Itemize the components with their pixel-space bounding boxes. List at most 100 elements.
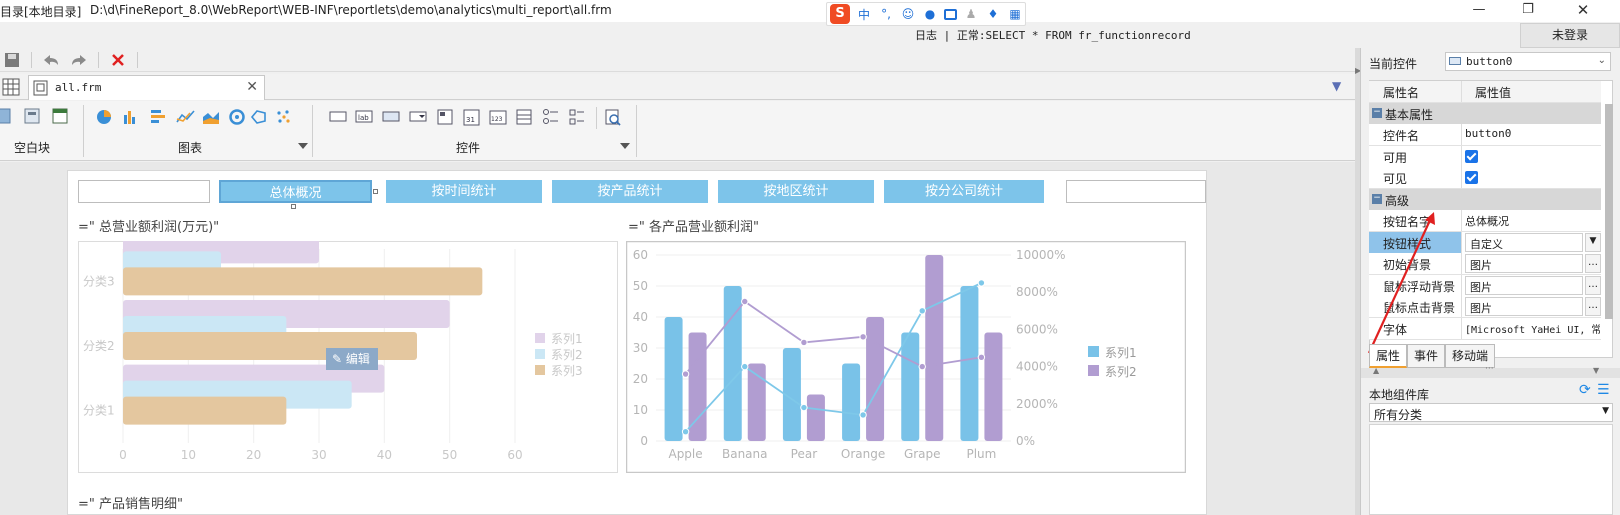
login-button[interactable]: 未登录 [1520, 23, 1620, 48]
nav-button-by-time[interactable]: 按时间统计 [386, 180, 542, 203]
visible-checkbox[interactable] [1465, 171, 1478, 184]
nav-blank-box-left[interactable] [78, 180, 210, 203]
refresh-icon[interactable]: ⟳ [1579, 382, 1591, 398]
section-basic-label: 基本属性 [1385, 108, 1434, 122]
chevron-down-icon[interactable]: ▼ [1585, 233, 1601, 252]
chart2-y-tick-label: 60 [633, 248, 648, 262]
collapse-icon[interactable]: − [1372, 108, 1382, 118]
control-type-icons[interactable]: lab 31 123 [328, 107, 628, 129]
chart2-combo-bar-line[interactable]: 0 10 20 30 40 50 60 0% 2000% 4000% 6000% 8000% 10000… [626, 241, 1186, 473]
library-list[interactable] [1369, 424, 1613, 515]
delete-icon[interactable] [109, 51, 127, 69]
undo-icon[interactable] [42, 51, 60, 69]
apps-icon[interactable]: ▦ [1007, 7, 1023, 21]
ime-mode-label[interactable]: 中 [856, 6, 872, 23]
mic-icon[interactable]: ● [922, 7, 938, 21]
chart2-category-label: Pear [791, 447, 818, 461]
annotation-arrow [1368, 212, 1435, 354]
prop-value[interactable]: button0 [1465, 127, 1600, 140]
chart2-bar [984, 332, 1003, 441]
chart1-legend-label: 系列3 [551, 364, 583, 378]
keyboard-icon[interactable] [944, 8, 957, 20]
category-select[interactable]: 所有分类 ▼ [1369, 403, 1613, 422]
button-style-select[interactable]: 自定义 [1465, 233, 1583, 252]
tab-properties[interactable]: 属性 [1369, 344, 1408, 368]
chevron-down-icon[interactable]: ▼ [1602, 406, 1609, 416]
section-advanced[interactable]: − 高级 [1369, 189, 1601, 210]
sogou-logo-icon[interactable]: S [830, 4, 850, 24]
tab-all-frm[interactable]: all.frm ✕ [28, 75, 265, 100]
close-tab-icon[interactable]: ✕ [246, 79, 258, 95]
selection-handle[interactable] [373, 189, 378, 194]
chart2-y-tick-label: 50 [633, 279, 648, 293]
close-window-button[interactable]: ✕ [1560, 0, 1606, 22]
tab-events[interactable]: 事件 [1407, 344, 1446, 368]
shirt-icon[interactable]: ♦ [985, 7, 1001, 21]
prop-value[interactable]: 图片 [1465, 276, 1583, 295]
emoji-icon[interactable]: ☺ [900, 7, 916, 21]
panel-divider[interactable]: ▲ ··· ▼ [1361, 364, 1620, 378]
nav-button-overview[interactable]: 总体概况 [219, 180, 372, 203]
prop-value[interactable]: 总体概况 [1465, 213, 1600, 229]
ellipsis-button[interactable]: … [1585, 297, 1601, 316]
chart1-legend-swatch [535, 365, 545, 375]
property-scrollbar[interactable] [1605, 104, 1613, 319]
ellipsis-button[interactable]: … [1585, 254, 1601, 273]
enabled-checkbox[interactable] [1465, 150, 1478, 163]
edit-label: 编辑 [345, 352, 370, 366]
chart1-x-tick-label: 60 [507, 448, 522, 462]
list-icon[interactable]: ☰ [1597, 382, 1610, 398]
chart1-x-tick-label: 40 [377, 448, 392, 462]
svg-text:31: 31 [466, 116, 475, 124]
status-log[interactable]: 日志 | 正常:SELECT * FROM fr_functionrecord [915, 27, 1191, 43]
nav-button-by-region[interactable]: 按地区统计 [718, 180, 874, 203]
prop-key: 可见 [1383, 172, 1408, 186]
maximize-button[interactable]: ❐ [1505, 0, 1551, 22]
prop-visible[interactable]: 可见 [1369, 167, 1601, 189]
current-widget-value: button0 [1466, 55, 1513, 68]
selection-handle[interactable] [291, 204, 296, 209]
nav-blank-box-right[interactable] [1066, 180, 1206, 203]
new-report-icon[interactable] [2, 78, 20, 99]
chart2-line-point [800, 338, 808, 347]
minimize-button[interactable]: — [1456, 0, 1502, 22]
nav-button-by-branch[interactable]: 按分公司统计 [884, 180, 1044, 203]
save-icon[interactable] [3, 51, 21, 69]
chart2-bar [806, 394, 825, 441]
col-name-header: 属性名 [1383, 86, 1420, 100]
chart1-bar [123, 267, 483, 296]
prop-value[interactable]: 图片 [1465, 297, 1583, 316]
ime-toolbar[interactable]: S 中 °, ☺ ● ♟ ♦ ▦ [826, 2, 1026, 26]
bottom-section-title: =" 产品销售明细" [78, 497, 183, 512]
control-group-expand-icon[interactable] [620, 143, 630, 149]
edit-chart-button[interactable]: ✎ 编辑 [326, 348, 378, 370]
chart2-category-label: Banana [722, 447, 768, 461]
property-header: 属性名 属性值 [1369, 81, 1601, 103]
chart2-bar [925, 255, 944, 441]
blank-block-icons[interactable] [0, 107, 75, 129]
ellipsis-button[interactable]: … [1585, 276, 1601, 295]
section-basic[interactable]: − 基本属性 [1369, 103, 1601, 124]
redo-icon[interactable] [70, 51, 88, 69]
chart2-title: =" 各产品营业额利润" [628, 220, 759, 235]
prop-enabled[interactable]: 可用 [1369, 146, 1601, 168]
tab-menu-icon[interactable]: ▼ [1332, 79, 1341, 93]
chevron-down-icon[interactable]: ⌄ [1598, 55, 1606, 66]
chart2-bar [901, 332, 920, 441]
prop-widget-name[interactable]: 控件名 button0 [1369, 124, 1601, 146]
chart-type-icons[interactable] [95, 107, 305, 129]
user-icon[interactable]: ♟ [963, 7, 979, 21]
collapse-icon[interactable]: − [1372, 194, 1382, 204]
tab-bar: all.frm ✕ ▼ [0, 74, 1355, 100]
prop-value[interactable]: 图片 [1465, 254, 1583, 273]
ime-punct-label[interactable]: °, [878, 7, 894, 21]
chart1-legend-swatch [535, 349, 545, 359]
chart1-x-tick-label: 0 [119, 448, 127, 462]
prop-key: 可用 [1383, 151, 1408, 165]
nav-button-by-product[interactable]: 按产品统计 [552, 180, 708, 203]
current-widget-select[interactable]: button0 ⌄ [1445, 52, 1611, 71]
chart-group-expand-icon[interactable] [298, 143, 308, 149]
svg-text:123: 123 [491, 116, 503, 123]
panel-tabs: 属性 事件 移动端 [1369, 344, 1496, 368]
prop-value[interactable]: [Microsoft YaHei UI, 常 [1465, 321, 1600, 336]
